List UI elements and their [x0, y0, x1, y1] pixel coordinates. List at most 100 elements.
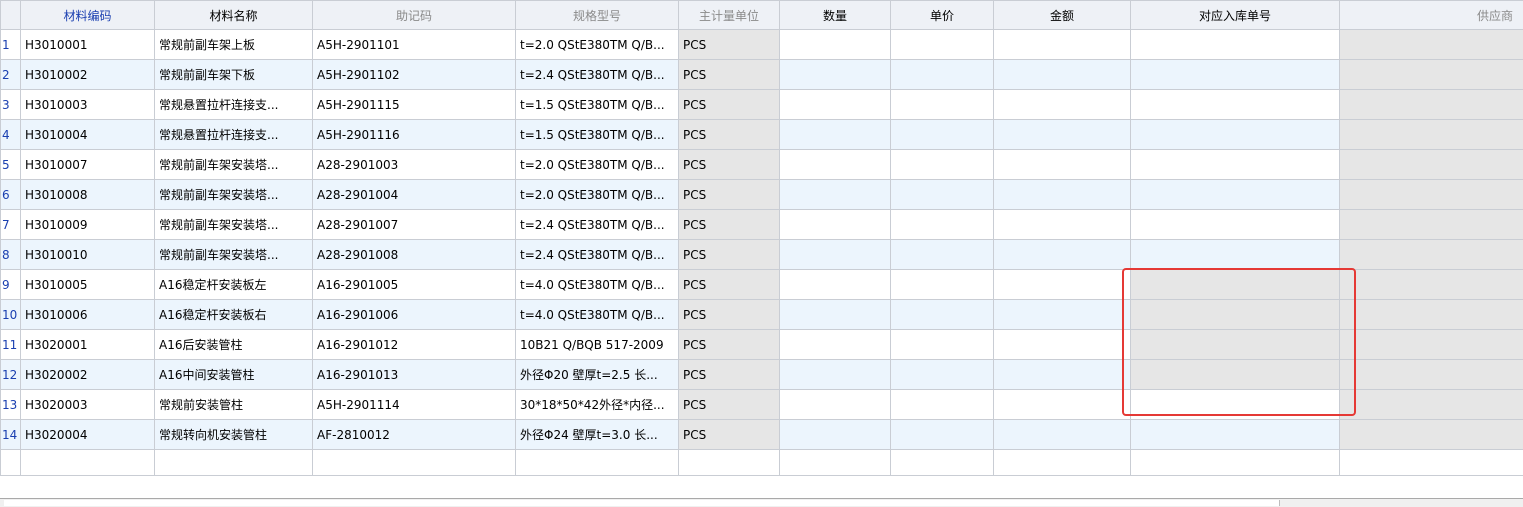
table-row[interactable]: 4 H3010004 常规悬置拉杆连接支... A5H-2901116 t=1.…: [1, 120, 1523, 150]
header-unit-price[interactable]: 单价: [891, 1, 994, 30]
cell-quantity[interactable]: [780, 120, 891, 150]
header-spec[interactable]: 规格型号: [516, 1, 679, 30]
table-row[interactable]: 7 H3010009 常规前副车架安装塔... A28-2901007 t=2.…: [1, 210, 1523, 240]
cell-supplier[interactable]: [1340, 330, 1523, 360]
cell-unit-price[interactable]: [891, 30, 994, 60]
cell-material-name[interactable]: 常规悬置拉杆连接支...: [155, 120, 313, 150]
cell-material-code[interactable]: H3010001: [21, 30, 155, 60]
cell-material-name[interactable]: 常规前副车架安装塔...: [155, 240, 313, 270]
header-quantity[interactable]: 数量: [780, 1, 891, 30]
cell-unit[interactable]: PCS: [679, 270, 780, 300]
cell-material-code[interactable]: [21, 450, 155, 476]
cell-material-name[interactable]: 常规前副车架上板: [155, 30, 313, 60]
cell-receipt-no[interactable]: [1131, 60, 1340, 90]
cell-unit-price[interactable]: [891, 150, 994, 180]
cell-material-name[interactable]: [155, 450, 313, 476]
cell-spec[interactable]: t=4.0 QStE380TM Q/B...: [516, 270, 679, 300]
table-row[interactable]: 1 H3010001 常规前副车架上板 A5H-2901101 t=2.0 QS…: [1, 30, 1523, 60]
table-row[interactable]: 8 H3010010 常规前副车架安装塔... A28-2901008 t=2.…: [1, 240, 1523, 270]
cell-unit[interactable]: PCS: [679, 210, 780, 240]
cell-supplier[interactable]: [1340, 30, 1523, 60]
cell-unit[interactable]: PCS: [679, 420, 780, 450]
cell-supplier[interactable]: [1340, 390, 1523, 420]
cell-spec[interactable]: t=2.0 QStE380TM Q/B...: [516, 180, 679, 210]
empty-row[interactable]: [1, 450, 1523, 476]
cell-unit-price[interactable]: [891, 450, 994, 476]
cell-supplier[interactable]: [1340, 420, 1523, 450]
cell-receipt-no[interactable]: [1131, 450, 1340, 476]
cell-unit[interactable]: PCS: [679, 90, 780, 120]
table-row[interactable]: 10 H3010006 A16稳定杆安装板右 A16-2901006 t=4.0…: [1, 300, 1523, 330]
cell-mnemonic[interactable]: A5H-2901101: [313, 30, 516, 60]
cell-amount[interactable]: [994, 90, 1131, 120]
cell-spec[interactable]: t=1.5 QStE380TM Q/B...: [516, 120, 679, 150]
cell-supplier[interactable]: [1340, 360, 1523, 390]
cell-unit[interactable]: PCS: [679, 390, 780, 420]
cell-supplier[interactable]: [1340, 120, 1523, 150]
cell-unit[interactable]: PCS: [679, 240, 780, 270]
table-row[interactable]: 13 H3020003 常规前安装管柱 A5H-2901114 30*18*50…: [1, 390, 1523, 420]
cell-unit-price[interactable]: [891, 360, 994, 390]
cell-spec[interactable]: t=2.4 QStE380TM Q/B...: [516, 210, 679, 240]
cell-amount[interactable]: [994, 180, 1131, 210]
cell-spec[interactable]: 30*18*50*42外径*内径...: [516, 390, 679, 420]
cell-receipt-no[interactable]: [1131, 30, 1340, 60]
cell-supplier[interactable]: [1340, 60, 1523, 90]
cell-quantity[interactable]: [780, 30, 891, 60]
cell-receipt-no[interactable]: [1131, 270, 1340, 300]
cell-mnemonic[interactable]: A5H-2901114: [313, 390, 516, 420]
cell-unit[interactable]: PCS: [679, 120, 780, 150]
cell-amount[interactable]: [994, 120, 1131, 150]
cell-material-code[interactable]: H3010009: [21, 210, 155, 240]
cell-material-code[interactable]: H3010004: [21, 120, 155, 150]
cell-quantity[interactable]: [780, 420, 891, 450]
cell-amount[interactable]: [994, 60, 1131, 90]
cell-mnemonic[interactable]: [313, 450, 516, 476]
cell-mnemonic[interactable]: A16-2901006: [313, 300, 516, 330]
cell-quantity[interactable]: [780, 360, 891, 390]
cell-quantity[interactable]: [780, 210, 891, 240]
cell-quantity[interactable]: [780, 450, 891, 476]
cell-quantity[interactable]: [780, 90, 891, 120]
cell-spec[interactable]: t=2.4 QStE380TM Q/B...: [516, 60, 679, 90]
header-material-code[interactable]: 材料编码: [21, 1, 155, 30]
cell-supplier[interactable]: [1340, 150, 1523, 180]
table-row[interactable]: 6 H3010008 常规前副车架安装塔... A28-2901004 t=2.…: [1, 180, 1523, 210]
cell-supplier[interactable]: [1340, 300, 1523, 330]
cell-material-name[interactable]: A16稳定杆安装板左: [155, 270, 313, 300]
cell-unit-price[interactable]: [891, 330, 994, 360]
cell-material-name[interactable]: A16稳定杆安装板右: [155, 300, 313, 330]
cell-unit[interactable]: PCS: [679, 330, 780, 360]
cell-material-name[interactable]: 常规悬置拉杆连接支...: [155, 90, 313, 120]
cell-receipt-no[interactable]: [1131, 90, 1340, 120]
cell-amount[interactable]: [994, 210, 1131, 240]
header-receipt-no[interactable]: 对应入库单号: [1131, 1, 1340, 30]
cell-unit-price[interactable]: [891, 180, 994, 210]
cell-material-code[interactable]: H3010003: [21, 90, 155, 120]
cell-spec[interactable]: 外径Φ24 壁厚t=3.0 长...: [516, 420, 679, 450]
cell-quantity[interactable]: [780, 60, 891, 90]
cell-receipt-no[interactable]: [1131, 240, 1340, 270]
cell-unit[interactable]: PCS: [679, 60, 780, 90]
cell-material-name[interactable]: 常规转向机安装管柱: [155, 420, 313, 450]
cell-mnemonic[interactable]: A5H-2901115: [313, 90, 516, 120]
cell-receipt-no[interactable]: [1131, 150, 1340, 180]
cell-material-name[interactable]: A16中间安装管柱: [155, 360, 313, 390]
cell-material-name[interactable]: A16后安装管柱: [155, 330, 313, 360]
cell-quantity[interactable]: [780, 390, 891, 420]
cell-material-name[interactable]: 常规前副车架安装塔...: [155, 180, 313, 210]
cell-supplier[interactable]: [1340, 90, 1523, 120]
cell-spec[interactable]: [516, 450, 679, 476]
cell-unit-price[interactable]: [891, 270, 994, 300]
cell-amount[interactable]: [994, 420, 1131, 450]
cell-spec[interactable]: t=1.5 QStE380TM Q/B...: [516, 90, 679, 120]
cell-receipt-no[interactable]: [1131, 120, 1340, 150]
cell-mnemonic[interactable]: A5H-2901116: [313, 120, 516, 150]
cell-supplier[interactable]: [1340, 210, 1523, 240]
cell-material-code[interactable]: H3020003: [21, 390, 155, 420]
table-row[interactable]: 11 H3020001 A16后安装管柱 A16-2901012 10B21 Q…: [1, 330, 1523, 360]
cell-unit-price[interactable]: [891, 60, 994, 90]
cell-unit-price[interactable]: [891, 90, 994, 120]
cell-spec[interactable]: 外径Φ20 壁厚t=2.5 长...: [516, 360, 679, 390]
cell-spec[interactable]: t=4.0 QStE380TM Q/B...: [516, 300, 679, 330]
